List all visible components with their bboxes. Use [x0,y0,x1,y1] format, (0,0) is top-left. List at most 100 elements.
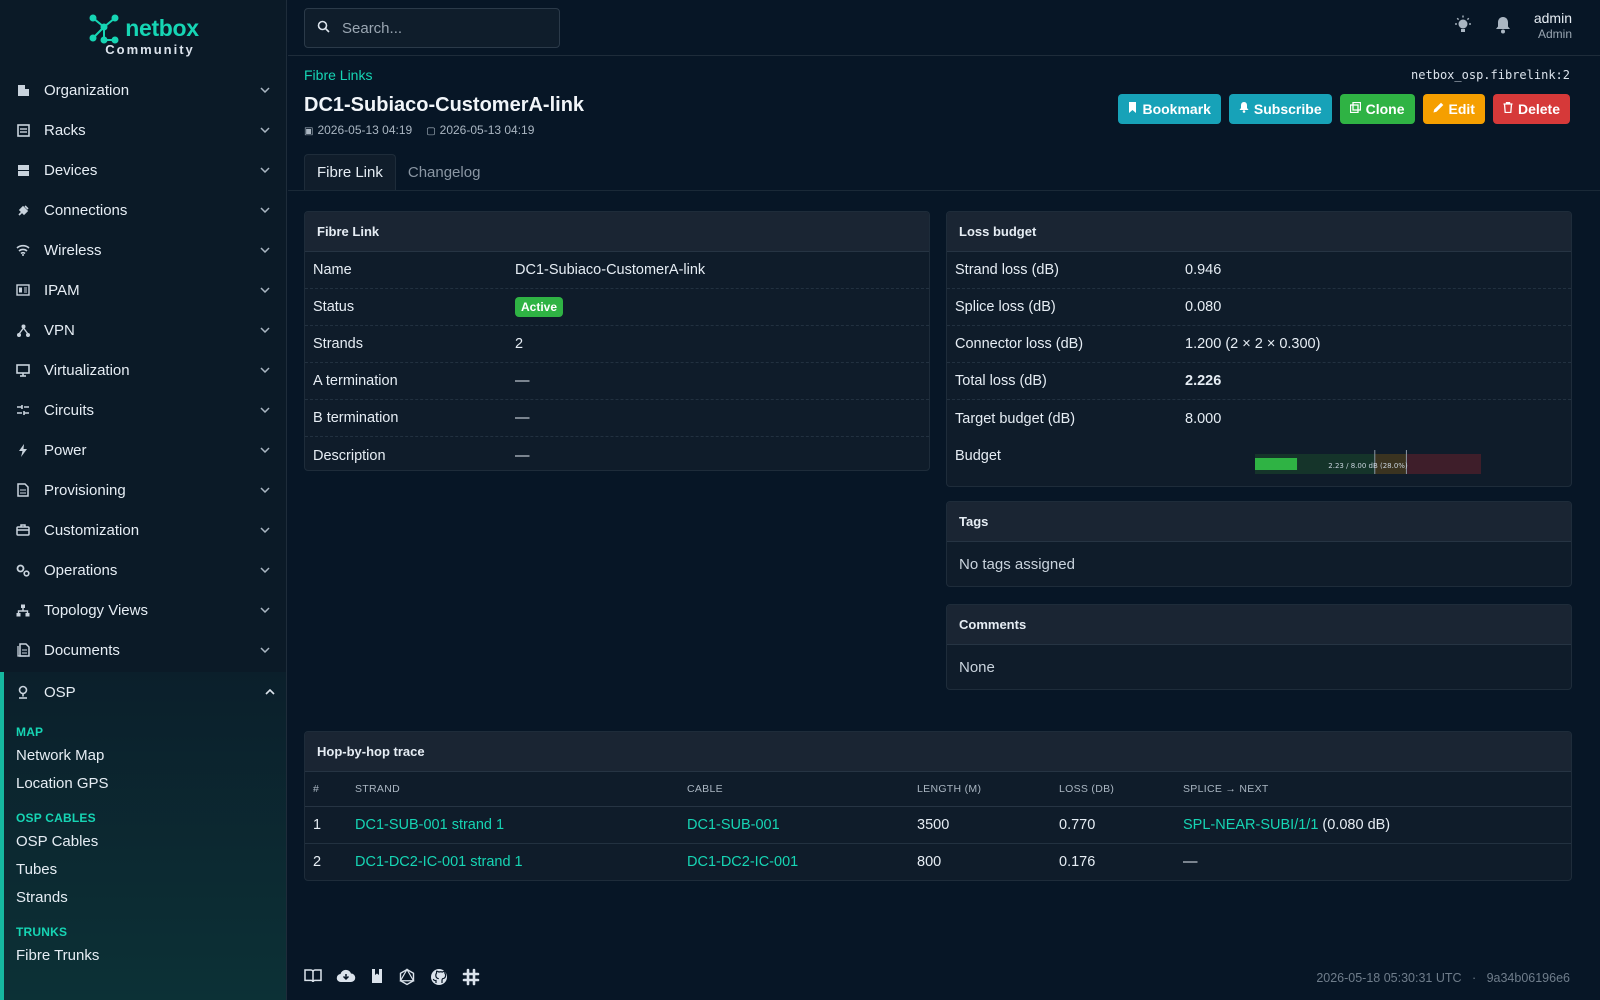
user-menu[interactable]: admin Admin [1534,10,1572,42]
notifications-bell-icon[interactable] [1494,15,1512,38]
footer: 2026-05-18 05:30:31 UTC · 9a34b06196e6 [304,967,1570,989]
sidebar-item-osp[interactable]: OSP [4,672,286,712]
sidebar-item-topology-views[interactable]: Topology Views [0,590,286,630]
sidebar-item-documents[interactable]: Documents [0,630,286,670]
sidebar-item-ipam[interactable]: IPAM [0,270,286,310]
tags-card: Tags No tags assigned [946,501,1572,587]
budget-caption: 2.23 / 8.00 dB (28.0%) [1328,462,1408,470]
loss-key: Strand loss (dB) [955,262,1059,278]
sidebar-item-label: Power [44,441,87,459]
breadcrumb-fibre-links[interactable]: Fibre Links [304,67,372,83]
osp-link-strands[interactable]: Strands [4,884,286,912]
sidebar-item-operations[interactable]: Operations [0,550,286,590]
chevron-down-icon [260,525,270,536]
cloud-api-icon[interactable] [336,968,356,989]
bookmark-doc-icon[interactable] [370,968,384,989]
chevron-down-icon [260,445,270,456]
card-title: Hop-by-hop trace [305,732,1571,772]
column-header: # [305,772,347,807]
osp-link-fibre-trunks[interactable]: Fibre Trunks [4,942,286,970]
search-input[interactable] [342,19,542,37]
trash-icon [1503,102,1513,116]
sidebar-item-connections[interactable]: Connections [0,190,286,230]
cable-link[interactable]: DC1-SUB-001 [687,817,780,833]
column-header: SPLICE → NEXT [1175,772,1571,807]
ip-icon [16,283,30,297]
budget-label: Budget [955,447,1001,464]
button-label: Subscribe [1253,101,1322,117]
sidebar-item-virtualization[interactable]: Virtualization [0,350,286,390]
column-header: CABLE [679,772,909,807]
chevron-down-icon [260,245,270,256]
graphql-icon[interactable] [398,967,416,989]
cable-link[interactable]: DC1-DC2-IC-001 [687,854,798,870]
sidebar-item-wireless[interactable]: Wireless [0,230,286,270]
osp-link-osp-cables[interactable]: OSP Cables [4,828,286,856]
monitor-icon [16,363,30,377]
theme-toggle-icon[interactable] [1454,15,1472,38]
sidebar-item-provisioning[interactable]: Provisioning [0,470,286,510]
brand-logo[interactable]: netbox Community [0,0,286,66]
tab-changelog[interactable]: Changelog [396,154,493,190]
osp-link-tubes[interactable]: Tubes [4,856,286,884]
attribute-value: — [515,410,530,426]
subscribe-button[interactable]: Subscribe [1228,94,1332,124]
attribute-key: Strands [313,336,363,352]
plug-icon [16,203,30,217]
loss-value: 0.946 [1185,262,1222,278]
sidebar-item-power[interactable]: Power [0,430,286,470]
strand-link[interactable]: DC1-DC2-IC-001 strand 1 [355,854,523,870]
card-title: Comments [947,605,1571,645]
tab-bar: Fibre Link Changelog [304,154,492,190]
brand-name: netbox [125,15,199,41]
strand-link[interactable]: DC1-SUB-001 strand 1 [355,817,504,833]
sidebar-item-label: Circuits [44,401,95,419]
clone-button[interactable]: Clone [1339,94,1415,124]
sidebar-item-organization[interactable]: Organization [0,70,286,110]
slack-icon[interactable] [462,968,480,989]
sidebar-item-devices[interactable]: Devices [0,150,286,190]
copy-icon [1349,101,1361,116]
pencil-icon [1433,102,1444,116]
search-box[interactable] [304,8,560,48]
sidebar-item-label: Connections [44,201,128,219]
github-icon[interactable] [430,968,448,989]
document-icon [16,483,30,497]
sidebar-item-circuits[interactable]: Circuits [0,390,286,430]
sidebar-item-customization[interactable]: Customization [0,510,286,550]
osp-link-location-gps[interactable]: Location GPS [4,770,286,798]
footer-links [304,967,480,989]
attribute-value: — [515,373,530,389]
bookmark-icon [1128,102,1137,116]
sitemap-icon [16,603,30,617]
action-buttons: Bookmark Subscribe Clone Edit Delete [1118,94,1570,124]
created-date: ▣ 2026-05-13 04:19 [304,123,412,137]
tab-fibre-link[interactable]: Fibre Link [304,154,396,190]
chevron-down-icon [260,285,270,296]
column-header: STRAND [347,772,679,807]
osp-section-heading: MAP [16,725,44,739]
docs-book-icon[interactable] [304,968,322,989]
column-header: LOSS (DB) [1051,772,1175,807]
bookmark-button[interactable]: Bookmark [1118,94,1221,124]
splice-loss: (0.080 dB) [1322,816,1391,833]
sidebar-item-label: Customization [44,521,140,539]
loss-key: Total loss (dB) [955,373,1047,389]
splice-link[interactable]: SPL-NEAR-SUBI/1/1 [1183,817,1318,833]
modified-date-value: 2026-05-13 04:19 [439,123,535,137]
chevron-down-icon [260,165,270,176]
attribute-key: A termination [313,373,398,389]
vpn-icon [16,323,30,337]
attribute-value-text: DC1-Subiaco-CustomerA-link [515,262,706,278]
attribute-value: 2 [515,336,523,352]
osp-sections: MAP Network Map Location GPS OSP CABLES OSP … [4,722,286,970]
osp-link-network-map[interactable]: Network Map [4,742,286,770]
sidebar-item-vpn[interactable]: VPN [0,310,286,350]
button-label: Clone [1365,101,1405,117]
sidebar-item-racks[interactable]: Racks [0,110,286,150]
loss-budget-attributes: Strand loss (dB) 0.946 Splice loss (dB) 0.0… [947,252,1571,437]
loss-row: Connector loss (dB) 1.200 (2 × 2 × 0.300) [947,326,1571,363]
delete-button[interactable]: Delete [1492,94,1570,124]
column-header: LENGTH (M) [909,772,1051,807]
edit-button[interactable]: Edit [1422,94,1485,124]
